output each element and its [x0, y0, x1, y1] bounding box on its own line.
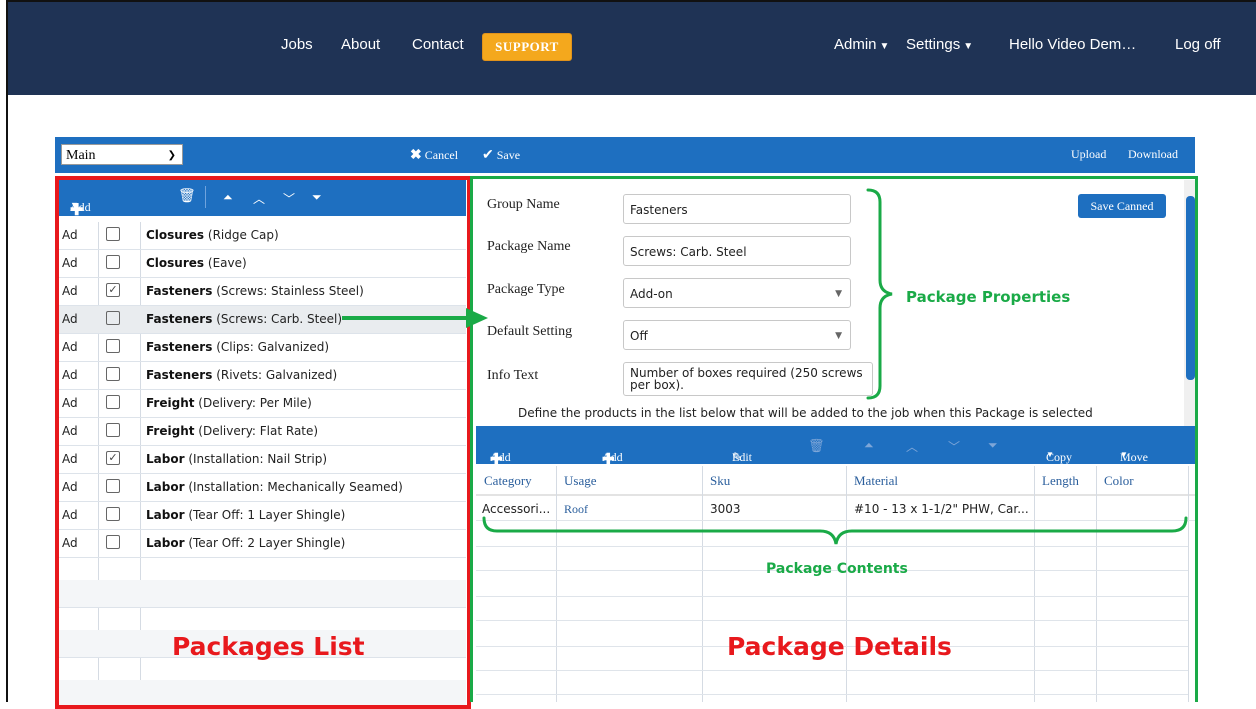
- annotation-overlay: [342, 188, 1188, 545]
- package-properties-annotation: Package Properties: [906, 288, 1071, 306]
- package-details-annotation: Package Details: [727, 632, 952, 661]
- package-contents-annotation: Package Contents: [766, 561, 908, 577]
- arrow-icon: [342, 308, 488, 328]
- properties-brace: [866, 188, 893, 400]
- contents-brace: [482, 516, 1188, 545]
- packages-list-annotation: Packages List: [172, 632, 365, 661]
